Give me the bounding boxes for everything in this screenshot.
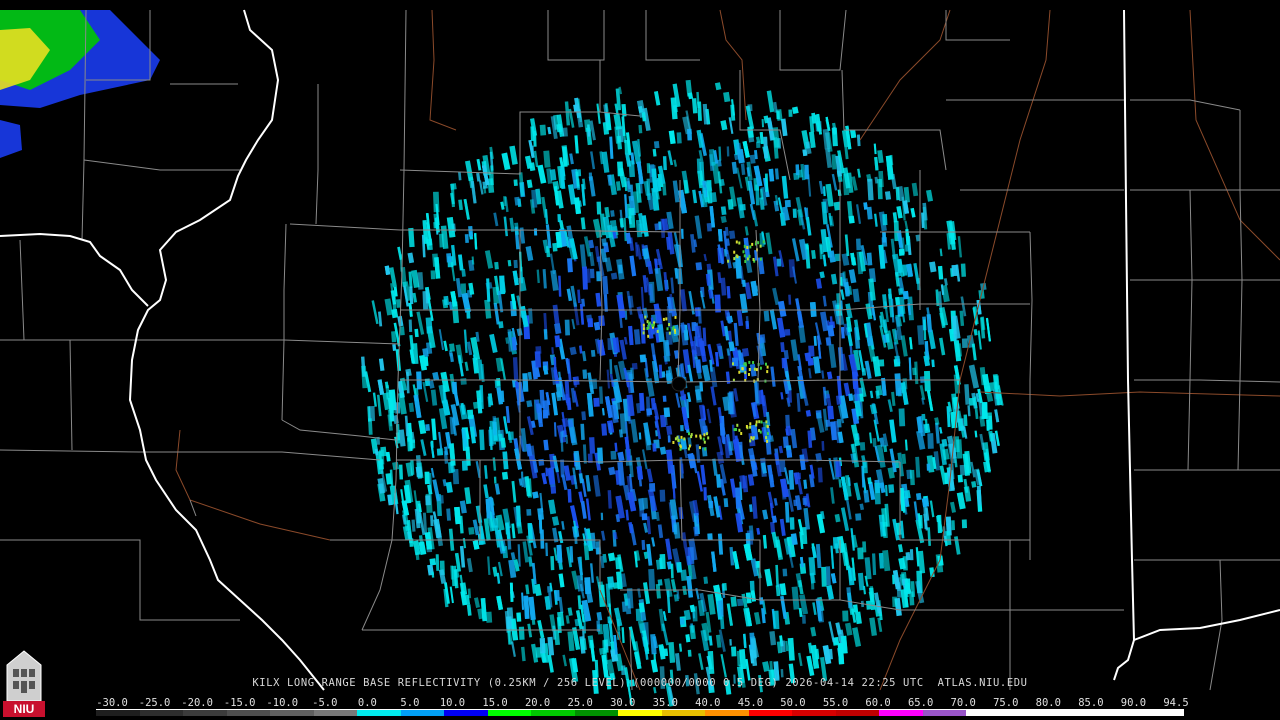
colorscale-label: 55.0 (822, 697, 849, 709)
colorscale-label: -20.0 (181, 697, 213, 709)
colorscale-labels: -30.0 -25.0 -20.0 -15.0 -10.0 -5.0 0.0 5.0 10.0 1… (0, 697, 1280, 709)
colorscale-swatch (1053, 710, 1097, 716)
colorscale-label: -10.0 (266, 697, 299, 709)
colorscale-swatch (139, 710, 184, 716)
colorscale-label: 30.0 (610, 697, 636, 709)
colorscale-label: 65.0 (907, 697, 934, 709)
colorscale-swatch (183, 710, 227, 716)
colorscale-swatch (400, 710, 445, 716)
colorscale-label: 35.0 (652, 697, 678, 709)
colorscale-swatch (357, 710, 401, 716)
colorscale-label: 90.0 (1120, 697, 1147, 709)
colorscale-label: 5.0 (400, 697, 420, 709)
colorscale-label: -15.0 (223, 697, 256, 709)
colorscale-swatch (966, 710, 1010, 716)
colorscale-label: 10.0 (439, 697, 466, 709)
colorscale-label: 0.0 (357, 697, 377, 709)
colorscale-label: 70.0 (950, 697, 976, 709)
colorscale-label: -5.0 (312, 697, 338, 709)
colorscale-swatch (531, 710, 575, 716)
colorscale-swatch (226, 710, 271, 716)
radar-site-marker (671, 376, 687, 392)
colorscale-label: 40.0 (695, 697, 721, 709)
product-caption: KILX LONG RANGE BASE REFLECTIVITY (0.25K… (252, 677, 1028, 689)
colorscale-label: 20.0 (524, 697, 551, 709)
colorscale-label: 15.0 (482, 697, 508, 709)
colorscale-swatch (487, 710, 532, 716)
colorscale-label: 85.0 (1078, 697, 1104, 709)
colorscale-swatch (574, 710, 619, 716)
colorscale-swatch (835, 710, 880, 716)
colorscale-swatch (444, 710, 488, 716)
colorscale-swatch (792, 710, 836, 716)
colorscale-label: -30.0 (96, 697, 128, 709)
colorscale-swatch (748, 710, 793, 716)
colorscale-label: 60.0 (865, 697, 891, 709)
colorscale-swatch (618, 710, 662, 716)
colorscale-swatch (96, 710, 140, 716)
colorscale-swatch (270, 710, 314, 716)
logo-text: NIU (14, 702, 35, 716)
colorscale-swatch (661, 710, 706, 716)
radar-map (0, 0, 1280, 720)
colorscale-swatch (1096, 710, 1141, 716)
colorscale-swatch (879, 710, 923, 716)
colorscale-label: 45.0 (737, 697, 764, 709)
colorscale-label: 50.0 (780, 697, 806, 709)
colorscale-swatch (1140, 710, 1184, 716)
colorscale-label: 94.5 (1163, 697, 1189, 709)
colorscale-swatch (705, 710, 749, 716)
colorscale-label: -25.0 (138, 697, 171, 709)
colorscale-swatch (1009, 710, 1054, 716)
niu-logo-icon: NIU (3, 650, 45, 717)
colorscale-swatch (922, 710, 967, 716)
colorscale-label: 25.0 (567, 697, 593, 709)
colorscale-bar (96, 709, 1184, 716)
colorscale-label: 80.0 (1035, 697, 1061, 709)
colorscale-label: 75.0 (993, 697, 1019, 709)
colorscale-swatch (313, 710, 358, 716)
